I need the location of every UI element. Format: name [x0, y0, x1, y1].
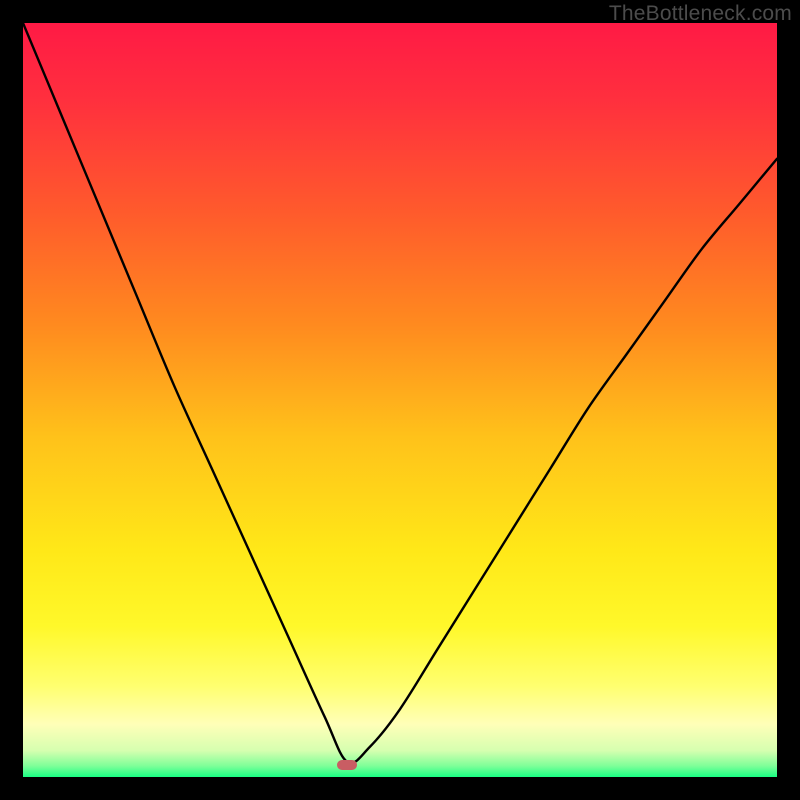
- bottleneck-curve: [23, 23, 777, 777]
- chart-frame: TheBottleneck.com: [0, 0, 800, 800]
- plot-area: [23, 23, 777, 777]
- watermark-text: TheBottleneck.com: [609, 2, 792, 26]
- optimal-point-marker: [337, 760, 357, 770]
